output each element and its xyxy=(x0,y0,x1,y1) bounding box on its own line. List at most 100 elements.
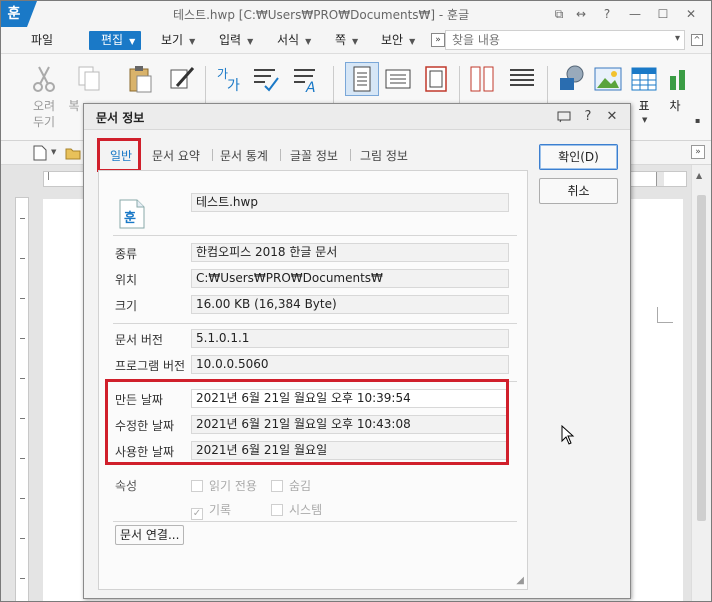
document-link-button[interactable]: 문서 연결... xyxy=(115,525,185,545)
menu-insert[interactable]: 입력 ▼ xyxy=(219,31,253,50)
hwp-window: 훈 테스트.hwp [C:₩Users₩PRO₩Documents₩] - 훈글… xyxy=(0,0,712,602)
tab-font-info[interactable]: 글꼴 정보 xyxy=(290,147,338,164)
menu-file[interactable]: 파일 xyxy=(31,31,53,50)
program-version-label: 프로그램 버전 xyxy=(115,359,186,373)
close-window-button[interactable]: ✕ xyxy=(681,5,701,23)
copy-icon[interactable] xyxy=(75,64,105,94)
copy-label: 복 xyxy=(68,99,80,113)
menu-file-label: 파일 xyxy=(31,33,54,47)
document-info-dialog: 문서 정보 ? ✕ 일반 문서 요약 문서 통계 글꼴 정보 그림 정보 훈 테… xyxy=(83,103,631,599)
vertical-ruler[interactable] xyxy=(15,197,29,601)
tab-summary[interactable]: 문서 요약 xyxy=(152,147,200,164)
svg-text:가: 가 xyxy=(227,78,240,94)
checkbox-box xyxy=(271,504,283,516)
style-icon[interactable]: A xyxy=(291,64,321,94)
checkbox-box xyxy=(271,480,283,492)
chevron-down-icon[interactable]: ▾ xyxy=(675,33,680,44)
vertical-scrollbar[interactable]: ▲ xyxy=(691,165,711,601)
find-input[interactable] xyxy=(446,31,646,49)
attributes-label: 속성 xyxy=(115,479,138,493)
system-checkbox[interactable]: 시스템 xyxy=(271,501,322,518)
hwp-file-icon: 훈 xyxy=(119,199,145,229)
help-icon[interactable]: ? xyxy=(597,5,617,23)
menu-view[interactable]: 보기 ▼ xyxy=(161,31,195,50)
dialog-close-button[interactable]: ✕ xyxy=(602,108,622,126)
menu-security[interactable]: 보안 ▼ xyxy=(381,31,415,50)
chart-icon[interactable] xyxy=(665,64,695,94)
location-value: C:₩Users₩PRO₩Documents₩ xyxy=(191,269,509,288)
hidden-checkbox[interactable]: 숨김 xyxy=(271,477,311,494)
tab-separator xyxy=(350,149,351,161)
divider xyxy=(113,323,517,324)
chevron-down-icon: ▼ xyxy=(409,37,416,46)
general-panel: 훈 테스트.hwp 종류 한컴오피스 2018 한글 문서 위치 C:₩User… xyxy=(98,170,528,590)
maximize-button[interactable]: ☐ xyxy=(653,5,673,23)
divider xyxy=(113,235,517,236)
page-margin-icon[interactable] xyxy=(421,64,451,94)
ok-button[interactable]: 확인(D) xyxy=(539,144,618,170)
menu-edit[interactable]: 편집 ▼ xyxy=(89,31,142,50)
checkbox-box xyxy=(191,480,203,492)
landscape-page-icon[interactable] xyxy=(383,64,413,94)
chevron-down-icon: ▼ xyxy=(247,37,254,46)
paste-icon[interactable] xyxy=(125,64,155,94)
divider xyxy=(113,521,517,522)
new-document-icon[interactable] xyxy=(33,145,47,161)
menu-format-label: 서식 xyxy=(277,33,300,47)
open-folder-icon[interactable] xyxy=(65,146,81,160)
menu-security-label: 보안 xyxy=(381,33,404,47)
mouse-pointer-icon xyxy=(561,425,575,445)
dialog-title: 문서 정보 xyxy=(96,111,145,125)
table-icon[interactable] xyxy=(629,64,659,94)
readonly-label: 읽기 전용 xyxy=(209,479,257,493)
toolbar-expand-icon[interactable]: » xyxy=(691,145,705,159)
archive-checkbox[interactable]: ✓ 기록 xyxy=(191,501,231,520)
tab-statistics[interactable]: 문서 통계 xyxy=(220,147,268,164)
find-box: ▾ xyxy=(445,30,685,50)
char-shape-icon[interactable]: 가 가 xyxy=(215,64,245,94)
cut-label: 오려 두기 xyxy=(32,99,56,129)
restore-layout-icon[interactable]: ⧉ xyxy=(549,5,569,23)
chevron-down-icon: ▼ xyxy=(129,37,136,46)
chevron-down-icon[interactable]: ▼ xyxy=(51,148,56,156)
tab-separator xyxy=(280,149,281,161)
resize-grip-icon[interactable]: ◢ xyxy=(516,575,524,586)
para-shape-icon[interactable] xyxy=(251,64,281,94)
system-label: 시스템 xyxy=(289,503,323,517)
scissors-icon[interactable] xyxy=(29,64,59,94)
type-label: 종류 xyxy=(115,247,138,261)
minimize-button[interactable]: — xyxy=(625,5,645,23)
page-layout-icon[interactable] xyxy=(345,62,379,96)
readonly-checkbox[interactable]: 읽기 전용 xyxy=(191,477,257,494)
program-version-value: 10.0.0.5060 xyxy=(191,355,509,374)
menu-more-button[interactable]: » xyxy=(431,33,445,47)
archive-label: 기록 xyxy=(209,503,232,517)
tab-highlight-box xyxy=(97,138,141,172)
format-painter-icon[interactable] xyxy=(167,64,197,94)
scroll-up-icon[interactable]: ▲ xyxy=(696,171,702,180)
tab-picture-info[interactable]: 그림 정보 xyxy=(360,147,408,164)
ribbon-more-icon[interactable]: ▪ xyxy=(695,116,700,125)
menu-format[interactable]: 서식 ▼ xyxy=(277,31,311,50)
columns-icon[interactable] xyxy=(467,64,497,94)
chevron-down-icon[interactable]: ▼ xyxy=(642,116,647,124)
cancel-button[interactable]: 취소 xyxy=(539,178,618,204)
dialog-help-button[interactable]: ? xyxy=(578,108,598,126)
shapes-icon[interactable] xyxy=(557,64,587,94)
menu-page[interactable]: 쪽 ▼ xyxy=(335,31,358,50)
hwp-logo-icon[interactable]: 훈 xyxy=(1,1,27,27)
scrollbar-thumb[interactable] xyxy=(697,195,706,521)
chevron-down-icon: ▼ xyxy=(352,37,359,46)
type-value: 한컴오피스 2018 한글 문서 xyxy=(191,243,509,262)
picture-icon[interactable] xyxy=(593,64,623,94)
collapse-ribbon-icon[interactable]: ^ xyxy=(691,34,703,46)
comment-icon[interactable] xyxy=(554,108,574,126)
multi-column-icon[interactable] xyxy=(507,64,537,94)
split-view-icon[interactable]: ↔ xyxy=(571,5,591,23)
dialog-title-bar[interactable]: 문서 정보 ? ✕ xyxy=(84,104,630,130)
filename-field[interactable]: 테스트.hwp xyxy=(191,193,509,212)
window-title: 테스트.hwp [C:₩Users₩PRO₩Documents₩] - 훈글 xyxy=(173,8,470,22)
logo-wedge xyxy=(27,1,37,27)
table-label: 표 xyxy=(638,99,650,113)
doc-version-value: 5.1.0.1.1 xyxy=(191,329,509,348)
